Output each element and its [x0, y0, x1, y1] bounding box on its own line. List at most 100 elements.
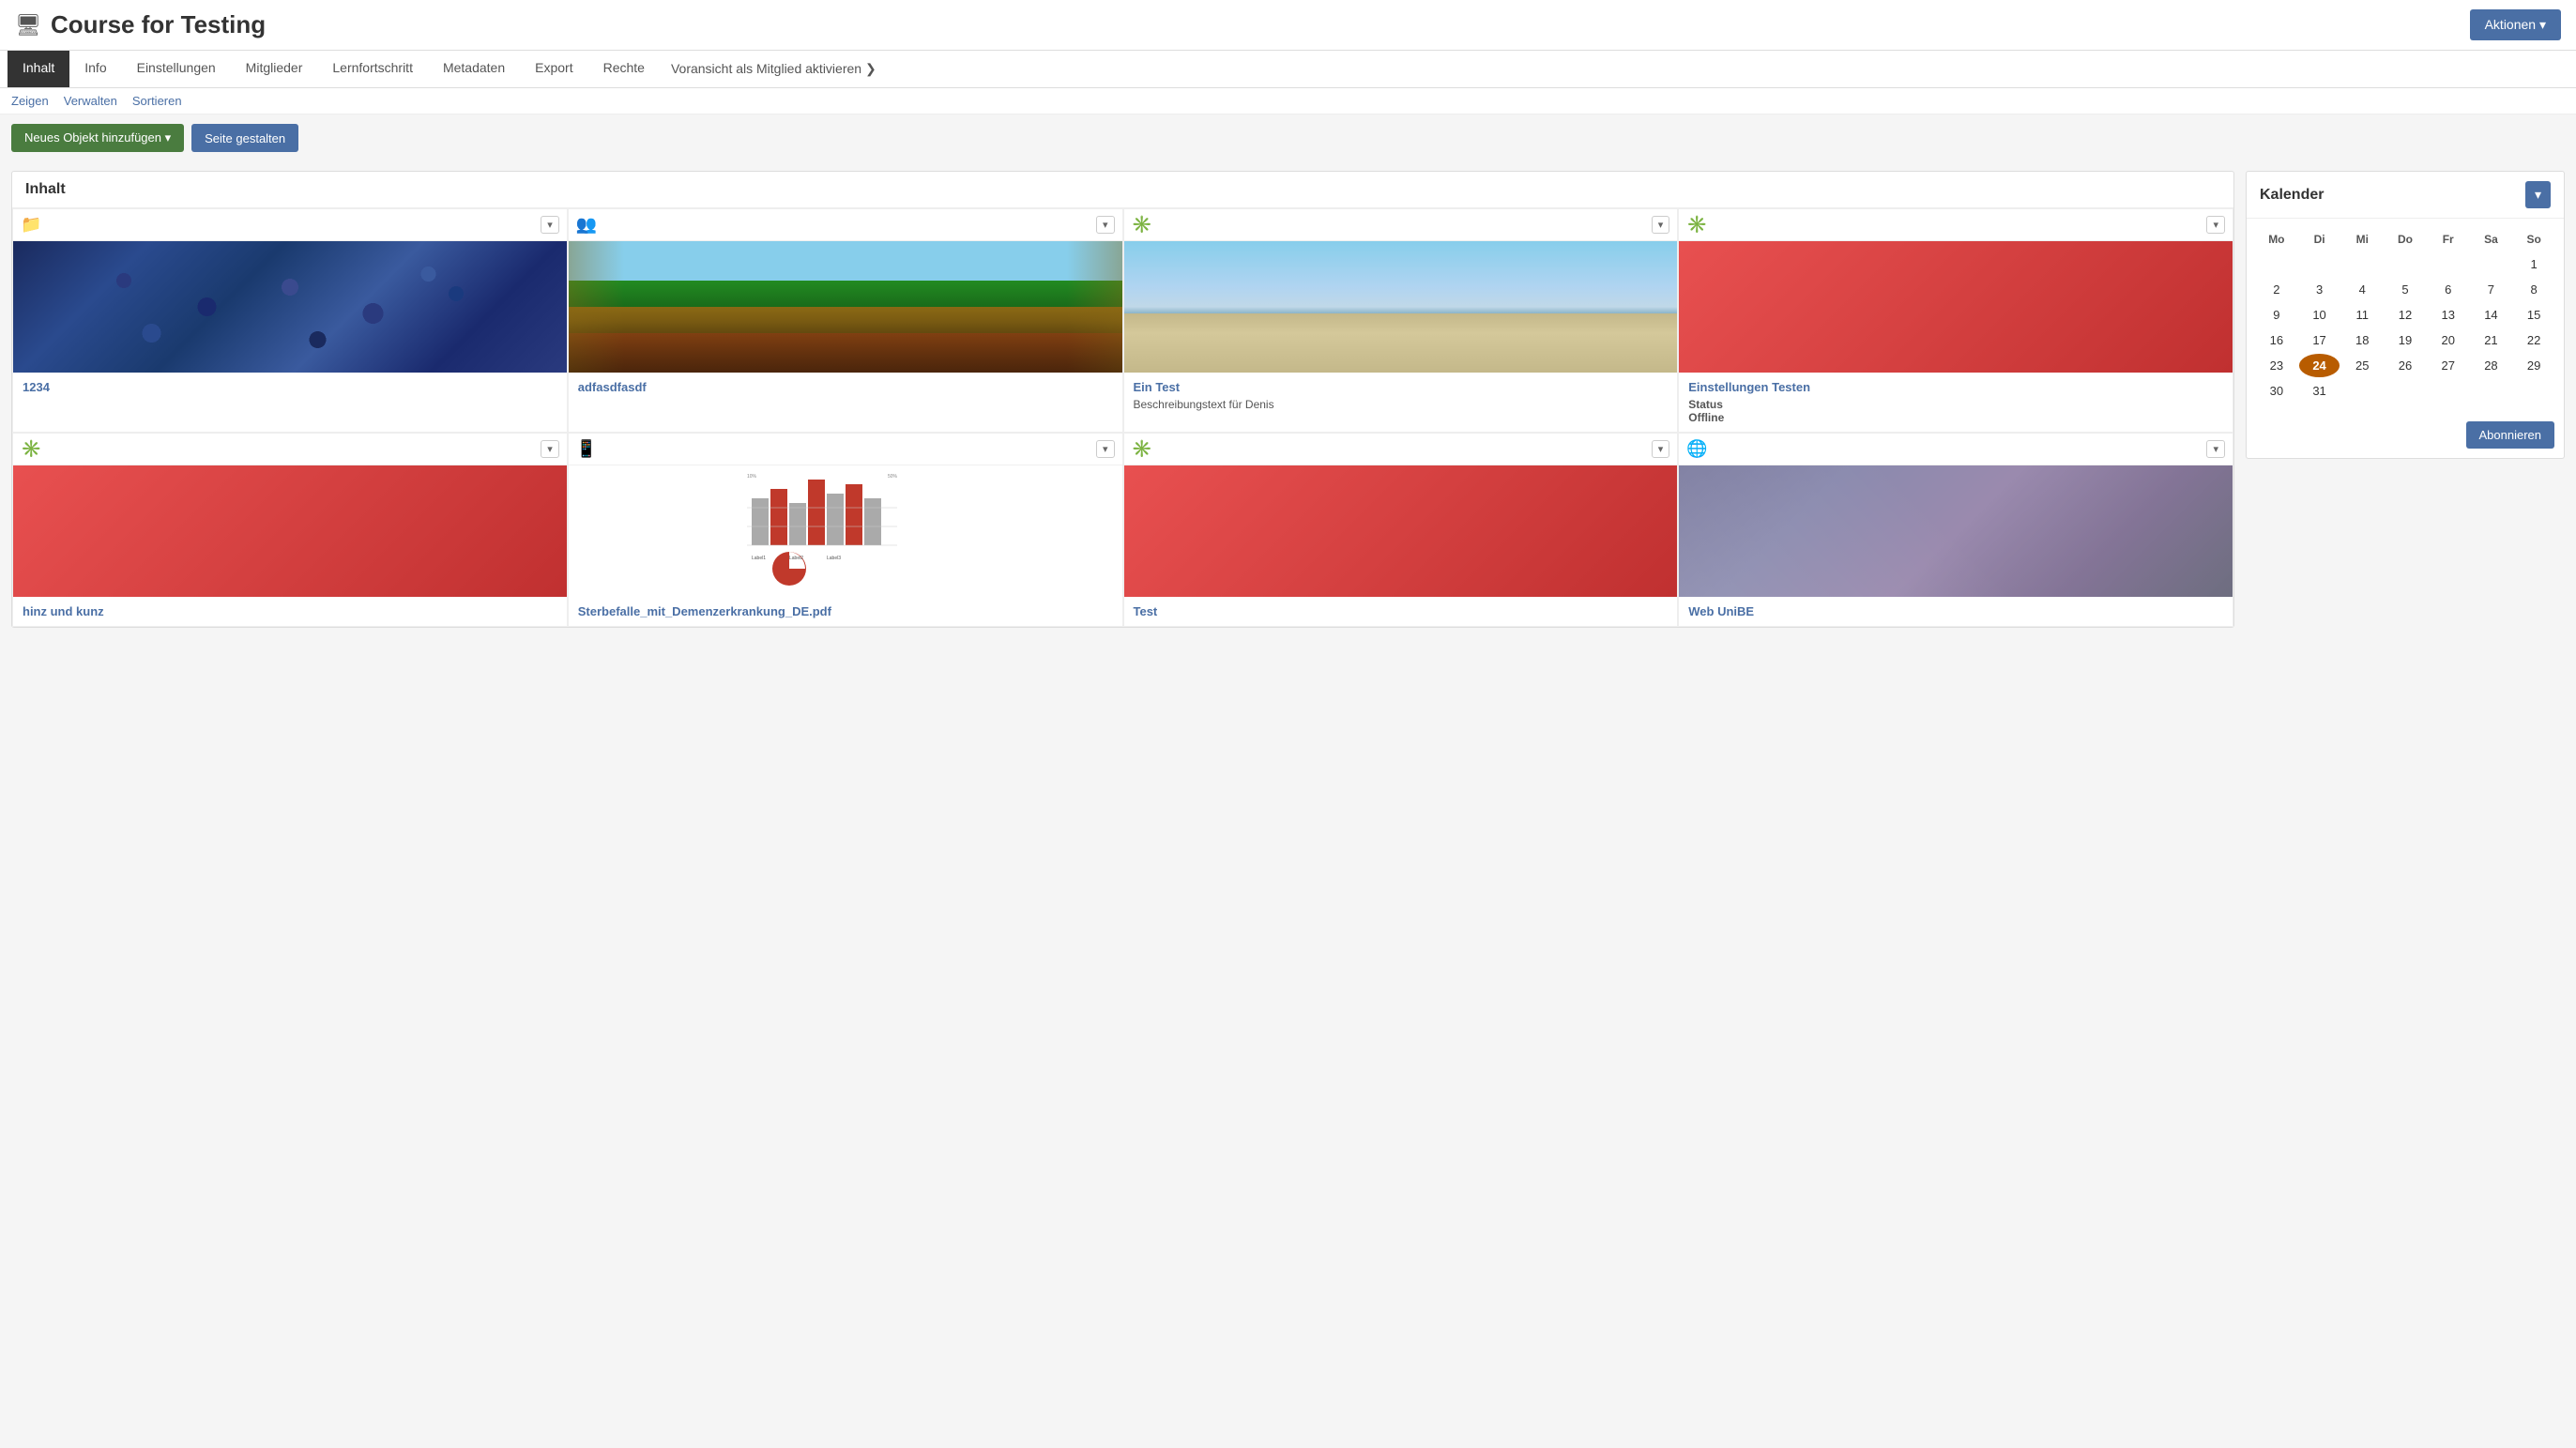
calendar-day[interactable]: 20: [2428, 328, 2469, 352]
calendar-day: [2513, 379, 2554, 403]
calendar-day[interactable]: 17: [2299, 328, 2340, 352]
content-panel: Inhalt 📁 ▾ 1234 👥: [11, 171, 2234, 628]
item-title[interactable]: Einstellungen Testen: [1688, 380, 2223, 394]
calendar-day[interactable]: 31: [2299, 379, 2340, 403]
tab-export[interactable]: Export: [520, 51, 587, 87]
item-title[interactable]: adfasdfasdf: [578, 380, 1113, 394]
item-thumbnail: [1679, 241, 2233, 373]
list-item: 📱 ▾: [568, 433, 1123, 627]
calendar-day: [2428, 379, 2469, 403]
item-thumbnail: [1679, 465, 2233, 597]
tab-metadaten[interactable]: Metadaten: [428, 51, 520, 87]
item-title[interactable]: Sterbefalle_mit_Demenzerkrankung_DE.pdf: [578, 604, 1113, 618]
item-title[interactable]: hinz und kunz: [23, 604, 557, 618]
cal-header-fr: Fr: [2428, 228, 2469, 251]
tab-mitglieder[interactable]: Mitglieder: [231, 51, 318, 87]
list-item: ✳️ ▾ Einstellungen Testen Status Offline: [1678, 208, 2233, 433]
calendar-day[interactable]: 13: [2428, 303, 2469, 327]
design-page-button[interactable]: Seite gestalten: [191, 124, 298, 152]
calendar-day[interactable]: 18: [2341, 328, 2383, 352]
item-desc: Beschreibungstext für Denis: [1134, 398, 1669, 411]
content-grid: 📁 ▾ 1234 👥 ▾ adfasdfas: [12, 208, 2233, 627]
item-header: ✳️ ▾: [1124, 209, 1678, 241]
subscribe-button[interactable]: Abonnieren: [2466, 421, 2555, 449]
calendar-day[interactable]: 2: [2256, 278, 2297, 301]
calendar-day: [2256, 252, 2297, 276]
item-title[interactable]: Ein Test: [1134, 380, 1669, 394]
cal-header-mo: Mo: [2256, 228, 2297, 251]
calendar-day[interactable]: 12: [2385, 303, 2426, 327]
calendar-week-row: 16171819202122: [2256, 328, 2554, 352]
cal-header-di: Di: [2299, 228, 2340, 251]
sidebar: Kalender ▾ Mo Di Mi Do Fr Sa So 12345678…: [2246, 171, 2565, 628]
calendar-day[interactable]: 5: [2385, 278, 2426, 301]
tab-inhalt[interactable]: Inhalt: [8, 51, 69, 87]
calendar-grid: Mo Di Mi Do Fr Sa So 1234567891011121314…: [2247, 219, 2564, 414]
item-menu-button[interactable]: ▾: [1096, 440, 1115, 458]
pdf-chart-svg: Label1 Label2 Label3 10% 50%: [742, 470, 949, 592]
calendar-day[interactable]: 25: [2341, 354, 2383, 377]
calendar-day[interactable]: 22: [2513, 328, 2554, 352]
item-menu-button[interactable]: ▾: [2206, 440, 2225, 458]
list-item: 📁 ▾ 1234: [12, 208, 568, 433]
calendar-day[interactable]: 14: [2471, 303, 2512, 327]
globe-icon: 🌐: [1686, 439, 1707, 459]
calendar-day[interactable]: 9: [2256, 303, 2297, 327]
calendar-day[interactable]: 28: [2471, 354, 2512, 377]
svg-text:Label1: Label1: [752, 556, 766, 561]
calendar-day[interactable]: 26: [2385, 354, 2426, 377]
aktionen-button[interactable]: Aktionen ▾: [2470, 9, 2561, 40]
calendar-day[interactable]: 8: [2513, 278, 2554, 301]
tab-lernfortschritt[interactable]: Lernfortschritt: [317, 51, 428, 87]
calendar-day[interactable]: 10: [2299, 303, 2340, 327]
tab-einstellungen[interactable]: Einstellungen: [122, 51, 231, 87]
calendar-day[interactable]: 24: [2299, 354, 2340, 377]
subnav-sortieren[interactable]: Sortieren: [132, 94, 182, 108]
item-menu-button[interactable]: ▾: [2206, 216, 2225, 234]
calendar-day[interactable]: 23: [2256, 354, 2297, 377]
calendar-day[interactable]: 6: [2428, 278, 2469, 301]
cal-header-so: So: [2513, 228, 2554, 251]
toolbar: Neues Objekt hinzufügen ▾ Seite gestalte…: [0, 114, 2576, 161]
item-menu-button[interactable]: ▾: [541, 440, 559, 458]
item-thumbnail: [13, 465, 567, 597]
calendar-week-row: 1: [2256, 252, 2554, 276]
voransicht-link[interactable]: Voransicht als Mitglied aktivieren ❯: [660, 52, 888, 86]
item-header: 📁 ▾: [13, 209, 567, 241]
item-title[interactable]: Test: [1134, 604, 1669, 618]
calendar-day[interactable]: 7: [2471, 278, 2512, 301]
calendar-week-row: 9101112131415: [2256, 303, 2554, 327]
item-menu-button[interactable]: ▾: [541, 216, 559, 234]
calendar-day[interactable]: 30: [2256, 379, 2297, 403]
item-menu-button[interactable]: ▾: [1652, 216, 1670, 234]
calendar-day[interactable]: 3: [2299, 278, 2340, 301]
item-title[interactable]: 1234: [23, 380, 557, 394]
item-info: 1234: [13, 373, 567, 402]
calendar-day[interactable]: 1: [2513, 252, 2554, 276]
item-menu-button[interactable]: ▾: [1096, 216, 1115, 234]
calendar-day[interactable]: 21: [2471, 328, 2512, 352]
item-info: Web UniBE: [1679, 597, 2233, 626]
calendar-day[interactable]: 4: [2341, 278, 2383, 301]
calendar-day[interactable]: 16: [2256, 328, 2297, 352]
item-thumbnail: Label1 Label2 Label3 10% 50%: [569, 465, 1122, 597]
item-title[interactable]: Web UniBE: [1688, 604, 2223, 618]
item-header: 👥 ▾: [569, 209, 1122, 241]
list-item: 👥 ▾ adfasdfasdf: [568, 208, 1123, 433]
calendar-title: Kalender: [2260, 187, 2324, 204]
calendar-day[interactable]: 27: [2428, 354, 2469, 377]
calendar-day[interactable]: 15: [2513, 303, 2554, 327]
item-menu-button[interactable]: ▾: [1652, 440, 1670, 458]
subnav-verwalten[interactable]: Verwalten: [64, 94, 117, 108]
calendar-day[interactable]: 11: [2341, 303, 2383, 327]
tab-info[interactable]: Info: [69, 51, 121, 87]
tab-rechte[interactable]: Rechte: [588, 51, 660, 87]
calendar-weeks: 1234567891011121314151617181920212223242…: [2256, 252, 2554, 403]
calendar-week-row: 3031: [2256, 379, 2554, 403]
item-thumbnail: [569, 241, 1122, 373]
calendar-day[interactable]: 19: [2385, 328, 2426, 352]
add-object-button[interactable]: Neues Objekt hinzufügen ▾: [11, 124, 184, 152]
subnav-zeigen[interactable]: Zeigen: [11, 94, 49, 108]
calendar-toggle-button[interactable]: ▾: [2525, 181, 2551, 208]
calendar-day[interactable]: 29: [2513, 354, 2554, 377]
